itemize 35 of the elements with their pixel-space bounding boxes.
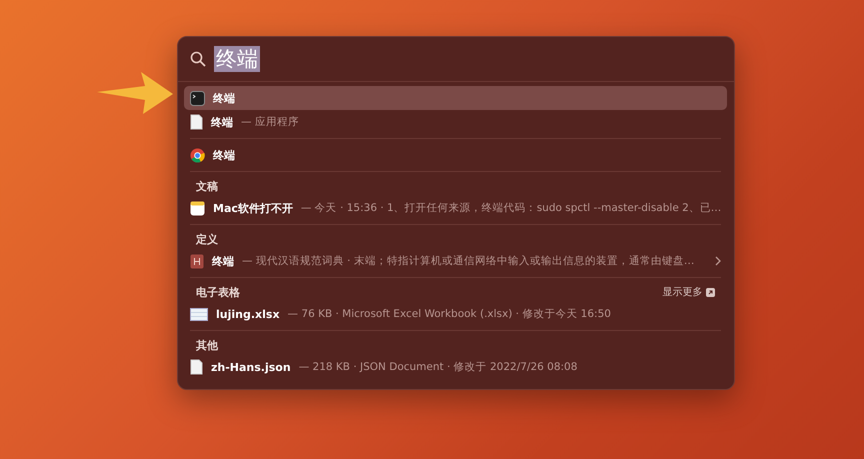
result-row[interactable]: 终端 — 现代汉语规范词典 · 末端；特指计算机或通信网络中输入或输出信息的装置，通常由键盘… xyxy=(184,249,728,273)
result-detail: — 现代汉语规范词典 · 末端；特指计算机或通信网络中输入或输出信息的装置，通常由键盘… xyxy=(242,254,696,268)
show-more-link[interactable]: 显示更多 xyxy=(662,285,716,299)
result-row[interactable]: 终端 xyxy=(184,143,728,167)
result-row[interactable]: lujing.xlsx — 76 KB · Microsoft Excel Workbook (.xlsx) · 修改于今天 16:50 xyxy=(184,302,728,326)
result-detail: — 应用程序 xyxy=(241,115,300,129)
result-detail: — 218 KB · JSON Document · 修改于 2022/7/26 08:08 xyxy=(298,360,578,374)
result-row[interactable]: 终端 xyxy=(184,86,728,110)
result-title: 终端 xyxy=(212,254,234,268)
spreadsheet-icon xyxy=(190,308,208,320)
section-heading: 其他 xyxy=(196,338,218,352)
result-title: 终端 xyxy=(211,114,233,130)
section-heading: 文稿 xyxy=(196,178,218,194)
dictionary-icon xyxy=(190,254,204,268)
result-title: zh-Hans.json xyxy=(211,360,291,374)
open-arrow-icon xyxy=(706,288,716,296)
result-row[interactable]: zh-Hans.json — 218 KB · JSON Document · 修改于 2022/7/26 08:08 xyxy=(184,355,728,379)
arrow-icon xyxy=(97,72,173,114)
result-title: 终端 xyxy=(213,90,235,106)
search-icon xyxy=(190,51,206,67)
result-row[interactable]: Mac软件打不开 — 今天 · 15:36 · 1、打开任何来源，终端代码：sudo spctl --master-disable 2、已… xyxy=(184,196,728,220)
result-row[interactable]: 终端 — 应用程序 xyxy=(184,110,728,134)
document-icon xyxy=(190,114,203,130)
result-detail: — 76 KB · Microsoft Excel Workbook (.xlsx) · 修改于今天 16:50 xyxy=(288,307,612,321)
section-heading: 电子表格 xyxy=(196,284,240,300)
search-query: 终端 xyxy=(214,46,260,72)
result-detail: — 今天 · 15:36 · 1、打开任何来源，终端代码：sudo spctl --master-disable 2、已… xyxy=(300,201,722,215)
result-title: 终端 xyxy=(213,148,235,162)
notes-icon xyxy=(190,200,205,216)
section-heading: 定义 xyxy=(196,232,218,246)
result-title: Mac软件打不开 xyxy=(213,200,293,216)
result-title: lujing.xlsx xyxy=(216,308,280,320)
terminal-icon xyxy=(190,90,205,106)
browser-icon xyxy=(190,148,205,162)
document-icon xyxy=(190,359,203,375)
